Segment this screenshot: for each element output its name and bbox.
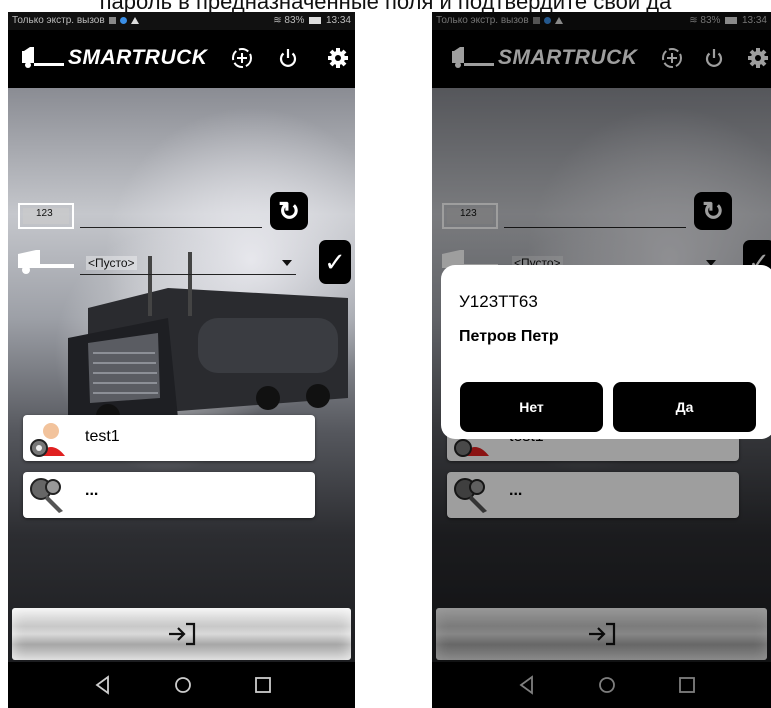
status-left-text: Только экстр. вызов: [12, 15, 105, 26]
vehicle-select[interactable]: <Пусто>: [86, 256, 137, 270]
power-icon[interactable]: [276, 46, 300, 70]
login-arrow-icon: [168, 622, 195, 646]
app-header: SMARTRUCK: [8, 30, 355, 88]
logo-text: SMARTRUCK: [68, 46, 208, 69]
notification-icon: [109, 16, 117, 24]
home-icon[interactable]: [172, 674, 194, 696]
back-icon[interactable]: [92, 674, 114, 696]
login-button[interactable]: [12, 608, 351, 660]
confirm-driver-dialog: У123ТТ63 Петров Петр Нет Да: [441, 265, 771, 439]
sync-icon[interactable]: [230, 46, 254, 70]
phone-screen-dialog: Только экстр. вызов ≋ 83% 13:34 SMARTRUC…: [432, 12, 771, 708]
truck-image: [68, 252, 348, 428]
password-mask: ...: [85, 482, 99, 499]
driver-field[interactable]: test1: [23, 415, 315, 461]
plate-placeholder: 123: [36, 208, 53, 219]
confirm-button[interactable]: ✓: [319, 240, 351, 284]
gear-icon[interactable]: [326, 46, 350, 70]
recents-icon[interactable]: [252, 674, 274, 696]
no-button[interactable]: Нет: [460, 382, 603, 432]
truck-logo-icon: [22, 47, 64, 68]
truck-select-icon: [18, 250, 74, 274]
system-navbar: [8, 662, 355, 708]
vehicle-select-underline: [80, 274, 296, 275]
checkmark-icon: ✓: [324, 247, 346, 277]
warning-icon: [131, 16, 140, 24]
shield-icon: [120, 16, 128, 24]
phone-screen-login: Только экстр. вызов ≋ 83% 13:34 SMARTRUC…: [8, 12, 355, 708]
dialog-title: У123ТТ63: [459, 292, 538, 311]
wifi-icon: ≋: [273, 15, 282, 26]
truck-background-image: [8, 88, 355, 662]
plate-input[interactable]: [80, 227, 262, 228]
keys-icon: [30, 478, 63, 513]
refresh-icon: ↻: [278, 196, 300, 226]
chevron-down-icon[interactable]: [282, 260, 292, 266]
status-bar: Только экстр. вызов ≋ 83% 13:34: [8, 12, 355, 30]
app-logo: SMARTRUCK: [22, 44, 207, 72]
status-time: 13:34: [325, 15, 351, 26]
refresh-button[interactable]: ↻: [270, 192, 308, 230]
password-field[interactable]: ...: [23, 472, 315, 518]
yes-button[interactable]: Да: [613, 382, 756, 432]
driver-avatar-icon: [30, 423, 65, 457]
battery-icon: [309, 16, 322, 24]
driver-name: test1: [85, 428, 120, 445]
battery-level: 83%: [284, 15, 305, 26]
dialog-subtitle: Петров Петр: [459, 328, 559, 345]
